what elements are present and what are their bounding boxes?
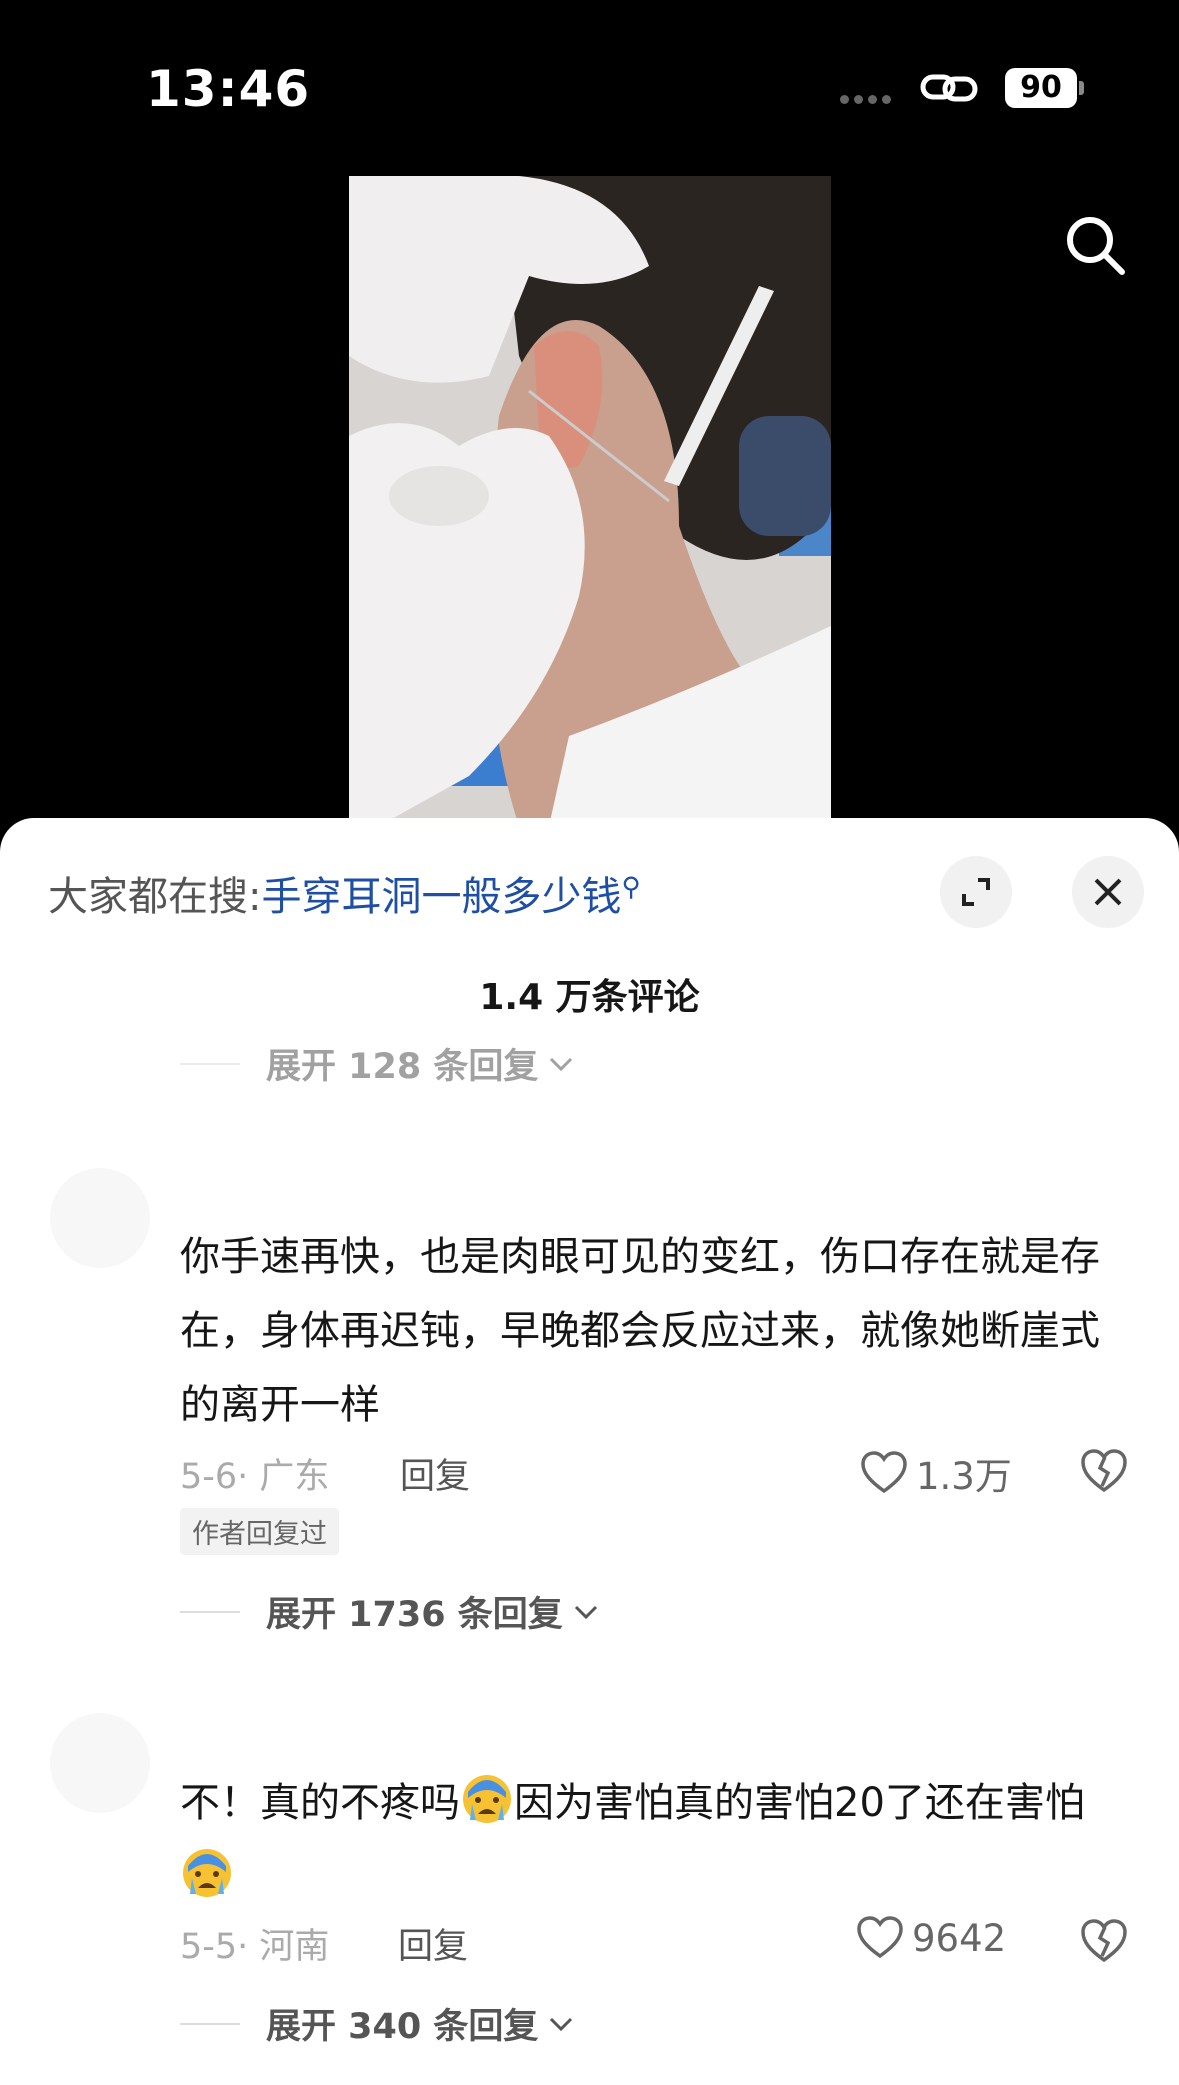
reply-button[interactable]: 回复 xyxy=(398,1918,468,1969)
crying-face-emoji xyxy=(463,1775,511,1823)
comment-text-part: 因为害怕真的害怕20了还在害怕 xyxy=(514,1780,1085,1826)
expand-replies-label: 展开 1736 条回复 xyxy=(266,1595,563,1635)
chevron-down-icon xyxy=(550,1057,573,1071)
expand-replies-button[interactable]: 展开 340 条回复 xyxy=(180,1998,574,2049)
signal-icon xyxy=(840,95,891,104)
expand-replies-button[interactable]: 展开 128 条回复 xyxy=(180,1038,574,1089)
chevron-down-icon xyxy=(550,2017,573,2031)
comment-date-location: 5-5· 河南 xyxy=(180,1927,330,1967)
video-frame-image xyxy=(349,176,831,826)
trending-search-prefix: 大家都在搜: xyxy=(48,874,262,920)
expand-icon xyxy=(962,878,990,906)
heart-icon xyxy=(857,1916,903,1959)
trending-search[interactable]: 大家都在搜:手穿耳洞一般多少钱⚲ xyxy=(48,864,641,922)
comment-text: 不！真的不疼吗 因为害怕真的害怕20了还在害怕 xyxy=(180,1766,1120,1914)
trending-search-query[interactable]: 手穿耳洞一般多少钱 xyxy=(261,874,621,920)
battery-level: 90 xyxy=(1020,70,1062,105)
comment-text: 你手速再快，也是肉眼可见的变红，伤口存在就是存在，身体再迟钝，早晚都会反应过来，… xyxy=(180,1234,1100,1428)
like-button[interactable]: 1.3万 xyxy=(860,1446,1012,1500)
like-button[interactable]: 9642 xyxy=(856,1916,1006,1960)
close-button[interactable] xyxy=(1072,856,1144,928)
status-bar: 13:46 90 xyxy=(0,0,1179,170)
expand-replies-label: 展开 128 条回复 xyxy=(266,1047,539,1087)
expand-replies-label: 展开 340 条回复 xyxy=(266,2007,539,2047)
comment-text-part: 不！真的不疼吗 xyxy=(180,1780,460,1826)
avatar[interactable] xyxy=(50,1713,150,1813)
author-replied-badge: 作者回复过 xyxy=(180,1508,339,1555)
status-time: 13:46 xyxy=(146,60,311,118)
crying-face-emoji xyxy=(183,1849,231,1897)
like-count: 1.3万 xyxy=(916,1455,1012,1498)
broken-heart-icon[interactable] xyxy=(1080,1448,1128,1494)
chevron-down-icon xyxy=(574,1605,597,1619)
comment-date-location: 5-6· 广东 xyxy=(180,1457,330,1497)
heart-icon xyxy=(861,1451,907,1494)
battery-icon: 90 xyxy=(1005,68,1085,108)
broken-heart-icon[interactable] xyxy=(1080,1918,1128,1964)
expand-replies-button[interactable]: 展开 1736 条回复 xyxy=(180,1586,599,1637)
like-count: 9642 xyxy=(912,1916,1007,1960)
search-icon[interactable] xyxy=(1060,210,1130,280)
small-search-icon: ⚲ xyxy=(621,872,641,903)
comment-count: 1.4 万条评论 xyxy=(479,977,700,1018)
link-icon xyxy=(920,74,978,102)
avatar[interactable] xyxy=(50,1168,150,1268)
comment-sheet: 大家都在搜:手穿耳洞一般多少钱⚲ 1.4 万条评论 展开 128 条回复 你手速… xyxy=(0,818,1179,2085)
reply-button[interactable]: 回复 xyxy=(400,1448,470,1499)
video-player[interactable] xyxy=(349,176,831,826)
expand-button[interactable] xyxy=(940,856,1012,928)
close-icon xyxy=(1094,878,1122,906)
